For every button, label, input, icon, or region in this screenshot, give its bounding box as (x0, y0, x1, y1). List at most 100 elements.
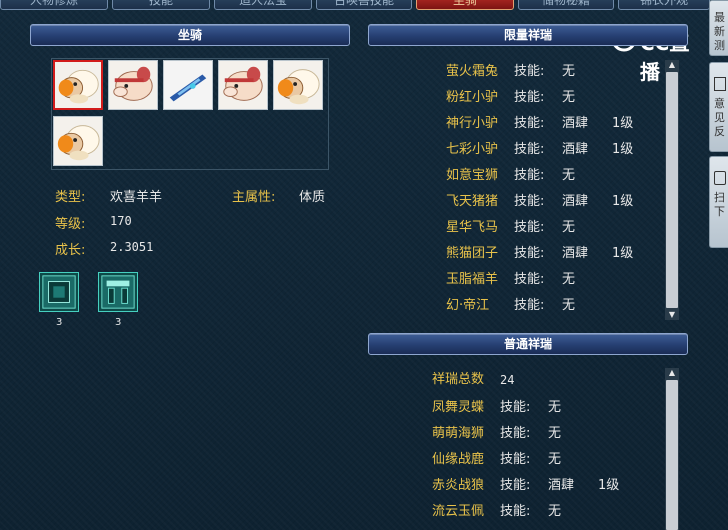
mount-panel-header: 坐骑 (30, 24, 350, 46)
mount-name: 星华飞马 (446, 220, 499, 235)
growth-label: 成长: (55, 243, 86, 258)
main-attr-value: 体质 (299, 190, 326, 205)
mount-skill-item-2-count: 3 (115, 317, 122, 328)
mount-name: 粉红小驴 (446, 90, 499, 105)
skill-label: 技能: (514, 142, 545, 157)
skill-label: 技能: (514, 298, 545, 313)
tab-appearance[interactable]: 锦衣外观 (618, 0, 710, 10)
limited-row[interactable]: 玉脂福羊 技能: 无 (446, 270, 666, 290)
limited-row[interactable]: 幻·帝江 技能: 无 (446, 296, 666, 316)
mount-slot-6[interactable] (53, 116, 103, 166)
skill-label: 技能: (514, 246, 545, 261)
limited-row[interactable]: 飞天猪猪 技能: 酒肆 1级 (446, 192, 666, 212)
skill-label: 技能: (514, 194, 545, 209)
mount-name: 七彩小驴 (446, 142, 499, 157)
sword-mount-icon (164, 61, 212, 109)
scroll-up-arrow-icon[interactable]: ▲ (665, 60, 679, 70)
skill-label: 技能: (500, 400, 531, 415)
skill-label: 技能: (514, 272, 545, 287)
limited-row[interactable]: 七彩小驴 技能: 酒肆 1级 (446, 140, 666, 160)
side-tab-latest[interactable]: 最新测 (709, 0, 728, 56)
limited-row[interactable]: 粉红小驴 技能: 无 (446, 88, 666, 108)
jade-frame-icon (42, 275, 76, 309)
skill-value: 无 (548, 504, 562, 519)
limited-panel-title: 限量祥瑞 (503, 28, 552, 42)
type-label: 类型: (55, 190, 86, 205)
skill-level: 1级 (612, 116, 634, 131)
skill-level: 1级 (612, 142, 634, 157)
skill-value: 酒肆 (562, 116, 589, 131)
mount-name: 仙缘战鹿 (432, 452, 485, 467)
skill-label: 技能: (514, 116, 545, 131)
normal-row[interactable]: 流云玉佩 技能: 无 (432, 502, 652, 522)
skill-value: 无 (562, 298, 576, 313)
tab-character-training[interactable]: 人物修炼 (0, 0, 108, 10)
limited-row[interactable]: 萤火霜兔 技能: 无 (446, 62, 666, 82)
limited-panel-header: 限量祥瑞 (368, 24, 688, 46)
skill-value: 无 (562, 64, 576, 79)
skill-value: 无 (562, 90, 576, 105)
normal-list-scrollbar[interactable]: ▲ (665, 368, 679, 530)
scroll-thumb[interactable] (666, 380, 678, 530)
limited-row[interactable]: 星华飞马 技能: 无 (446, 218, 666, 238)
normal-row[interactable]: 凤舞灵蝶 技能: 无 (432, 398, 652, 418)
limited-row[interactable]: 如意宝狮 技能: 无 (446, 166, 666, 186)
normal-row[interactable]: 仙缘战鹿 技能: 无 (432, 450, 652, 470)
mount-name: 飞天猪猪 (446, 194, 499, 209)
tab-summon-skills[interactable]: 召唤兽技能 (316, 0, 412, 10)
skill-level: 1级 (612, 246, 634, 261)
mount-slot-4[interactable] (218, 60, 268, 110)
side-tab-scan[interactable]: 扫下 (709, 156, 728, 248)
donkey-mount-icon (219, 61, 267, 109)
skill-label: 技能: (500, 478, 531, 493)
mount-name: 赤炎战狼 (432, 478, 485, 493)
skill-label: 技能: (514, 64, 545, 79)
sheep-mount-icon (54, 117, 102, 165)
scroll-thumb[interactable] (666, 72, 678, 308)
skill-value: 无 (548, 452, 562, 467)
tab-mount[interactable]: 坐骑 (416, 0, 514, 10)
skill-label: 技能: (514, 90, 545, 105)
side-tab-feedback-label: 意见反 (714, 97, 725, 138)
skill-value: 酒肆 (562, 142, 589, 157)
skill-value: 无 (548, 426, 562, 441)
tab-treasures[interactable]: 造人法宝 (214, 0, 312, 10)
tab-storage[interactable]: 储物秘籍 (518, 0, 614, 10)
mount-skill-item-1[interactable] (39, 272, 79, 312)
mount-slot-1[interactable] (53, 60, 103, 110)
normal-total-label: 祥瑞总数 (432, 372, 485, 387)
mount-name: 萌萌海狮 (432, 426, 485, 441)
tab-skills[interactable]: 技能 (112, 0, 210, 10)
mount-panel-title: 坐骑 (177, 28, 202, 42)
mount-name: 神行小驴 (446, 116, 499, 131)
mount-name: 玉脂福羊 (446, 272, 499, 287)
mount-name: 幻·帝江 (446, 298, 490, 313)
skill-value: 酒肆 (562, 246, 589, 261)
skill-value: 无 (562, 220, 576, 235)
mount-slot-5[interactable] (273, 60, 323, 110)
mount-slot-2[interactable] (108, 60, 158, 110)
limited-list-scrollbar[interactable]: ▲ ▼ (665, 60, 679, 320)
normal-total-row: 祥瑞总数 24 (432, 370, 632, 390)
scroll-up-arrow-icon[interactable]: ▲ (665, 368, 679, 378)
normal-row[interactable]: 萌萌海狮 技能: 无 (432, 424, 652, 444)
sheep-mount-icon (55, 62, 101, 108)
growth-value: 2.3051 (110, 240, 154, 254)
main-attr-label: 主属性: (232, 190, 276, 205)
scan-icon (713, 171, 726, 185)
normal-row[interactable]: 赤炎战狼 技能: 酒肆 1级 (432, 476, 652, 496)
mount-slot-3[interactable] (163, 60, 213, 110)
skill-label: 技能: (514, 168, 545, 183)
level-value: 170 (110, 214, 132, 228)
skill-value: 酒肆 (548, 478, 575, 493)
skill-value: 酒肆 (562, 194, 589, 209)
side-tab-feedback[interactable]: 意见反 (709, 62, 728, 152)
mount-skill-item-2[interactable] (98, 272, 138, 312)
skill-label: 技能: (500, 504, 531, 519)
skill-label: 技能: (514, 220, 545, 235)
limited-row[interactable]: 熊猫团子 技能: 酒肆 1级 (446, 244, 666, 264)
type-value: 欢喜羊羊 (110, 190, 163, 205)
limited-row[interactable]: 神行小驴 技能: 酒肆 1级 (446, 114, 666, 134)
mount-name: 如意宝狮 (446, 168, 499, 183)
scroll-down-arrow-icon[interactable]: ▼ (665, 310, 679, 320)
